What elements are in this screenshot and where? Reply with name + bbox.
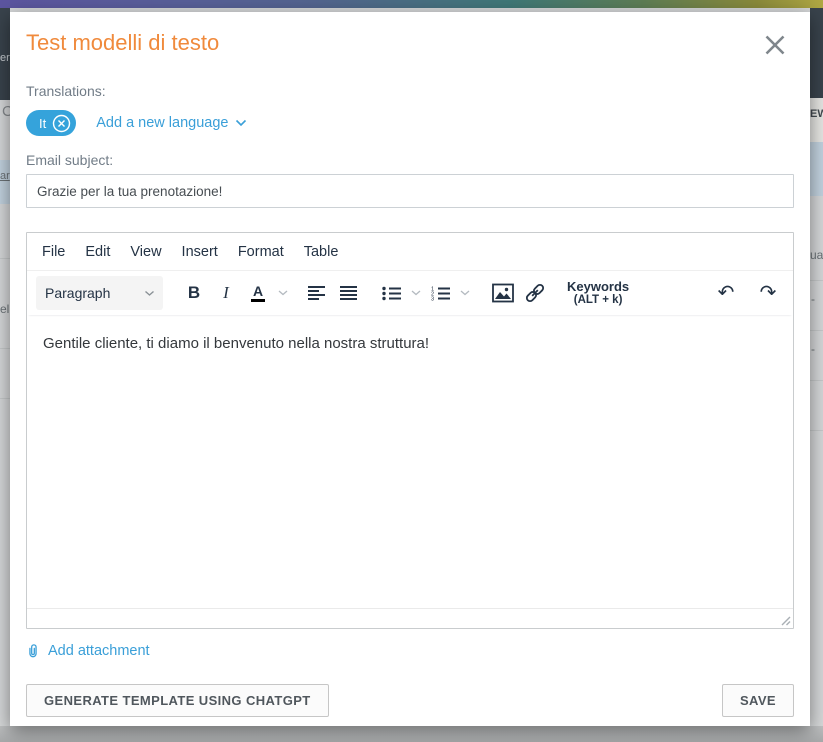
numbered-list-button[interactable]: 1 2 3 <box>427 278 453 308</box>
paragraph-style-select[interactable]: Paragraph <box>36 276 163 310</box>
insert-link-button[interactable] <box>522 278 548 308</box>
translations-row: It Add a new language <box>26 110 794 136</box>
image-icon <box>492 283 514 303</box>
insert-image-button[interactable] <box>490 278 516 308</box>
menu-format[interactable]: Format <box>228 240 294 264</box>
chevron-down-icon <box>411 290 421 296</box>
history-group: ↶ ↷ <box>710 278 784 308</box>
background-fragment-dash: - <box>811 292 815 306</box>
close-icon <box>764 34 786 56</box>
bold-button[interactable]: B <box>181 278 207 308</box>
bullet-list-menu-button[interactable] <box>408 278 423 308</box>
background-right-edge: EW ua - - <box>810 8 823 742</box>
keywords-label: Keywords <box>567 280 629 294</box>
paperclip-icon <box>26 642 40 660</box>
resize-grip-icon[interactable] <box>780 615 791 626</box>
chevron-down-icon <box>235 119 247 127</box>
email-subject-input[interactable] <box>26 174 794 208</box>
italic-button[interactable]: I <box>213 278 239 308</box>
add-language-label: Add a new language <box>96 115 228 131</box>
editor-content-text[interactable]: Gentile cliente, ti diamo il benvenuto n… <box>43 333 777 354</box>
background-fragment-new: EW <box>810 108 823 120</box>
bold-icon: B <box>188 283 200 303</box>
background-row-line <box>0 258 10 259</box>
keywords-shortcut: (ALT + k) <box>574 294 623 307</box>
background-band <box>0 160 10 204</box>
link-icon <box>524 282 546 304</box>
menu-file[interactable]: File <box>32 240 75 264</box>
bullet-list-button[interactable] <box>378 278 404 308</box>
save-button[interactable]: SAVE <box>722 684 794 717</box>
menu-table[interactable]: Table <box>294 240 349 264</box>
add-language-button[interactable]: Add a new language <box>96 115 247 131</box>
background-row-line <box>810 330 823 331</box>
background-nav-fragment: erv <box>0 52 10 64</box>
background-fragment-dash: - <box>811 342 815 356</box>
text-color-button[interactable]: A <box>245 278 271 308</box>
background-band <box>810 98 823 142</box>
italic-icon: I <box>223 283 229 303</box>
background-row-line <box>810 380 823 381</box>
close-button[interactable] <box>762 32 788 58</box>
background-row-line <box>810 430 823 431</box>
numbered-list-menu-button[interactable] <box>457 278 472 308</box>
modal-header: Test modelli di testo <box>26 26 794 58</box>
chevron-down-icon <box>144 290 155 297</box>
background-fragment-ua: ua <box>810 248 823 262</box>
align-left-button[interactable] <box>304 278 330 308</box>
background-row-line <box>810 280 823 281</box>
text-color-icon: A <box>251 284 265 302</box>
add-attachment-label: Add attachment <box>48 643 150 659</box>
background-bottom-edge <box>0 726 823 742</box>
justify-button[interactable] <box>336 278 362 308</box>
background-fragment-ar: ar <box>0 170 10 182</box>
redo-icon: ↷ <box>760 283 777 303</box>
redo-button[interactable]: ↷ <box>755 278 781 308</box>
menu-insert[interactable]: Insert <box>172 240 228 264</box>
modal-title: Test modelli di testo <box>26 28 219 58</box>
paragraph-style-label: Paragraph <box>45 285 110 301</box>
rich-text-editor: File Edit View Insert Format Table Parag… <box>26 232 794 629</box>
language-pill-label: It <box>39 116 46 131</box>
justify-icon <box>340 285 358 301</box>
generate-template-button[interactable]: GENERATE TEMPLATE USING CHATGPT <box>26 684 329 717</box>
editor-menubar: File Edit View Insert Format Table <box>27 233 793 270</box>
background-row-line <box>0 398 10 399</box>
add-attachment-button[interactable]: Add attachment <box>26 642 150 660</box>
text-color-menu-button[interactable] <box>275 278 290 308</box>
undo-button[interactable]: ↶ <box>713 278 739 308</box>
background-header-right <box>810 8 823 98</box>
chevron-down-icon <box>460 290 470 296</box>
menu-edit[interactable]: Edit <box>75 240 120 264</box>
language-pill-it[interactable]: It <box>26 110 76 136</box>
modal-footer: GENERATE TEMPLATE USING CHATGPT SAVE <box>26 684 794 717</box>
background-fragment-el: el <box>0 302 9 316</box>
text-template-modal: Test modelli di testo Translations: It A… <box>10 12 810 726</box>
svg-text:3: 3 <box>431 296 434 300</box>
undo-icon: ↶ <box>718 283 735 303</box>
email-subject-label: Email subject: <box>26 152 794 168</box>
bullet-list-icon <box>382 286 401 301</box>
editor-statusbar <box>27 608 793 628</box>
editor-content-area[interactable]: Gentile cliente, ti diamo il benvenuto n… <box>27 315 793 608</box>
chevron-down-icon <box>278 290 288 296</box>
keywords-button[interactable]: Keywords (ALT + k) <box>565 280 631 307</box>
browser-theme-bar <box>0 0 823 8</box>
screen: erv C ar el EW ua - - Test modelli di te… <box>0 0 823 742</box>
align-left-icon <box>308 285 326 301</box>
remove-language-icon[interactable] <box>52 114 71 133</box>
numbered-list-icon: 1 2 3 <box>431 286 450 301</box>
translations-label: Translations: <box>26 83 794 99</box>
background-left-edge: erv C ar el <box>0 8 10 742</box>
background-band <box>810 142 823 196</box>
editor-toolbar: Paragraph B I A <box>27 270 793 315</box>
background-fragment-c: C <box>2 103 10 120</box>
background-row-line <box>0 348 10 349</box>
menu-view[interactable]: View <box>120 240 171 264</box>
